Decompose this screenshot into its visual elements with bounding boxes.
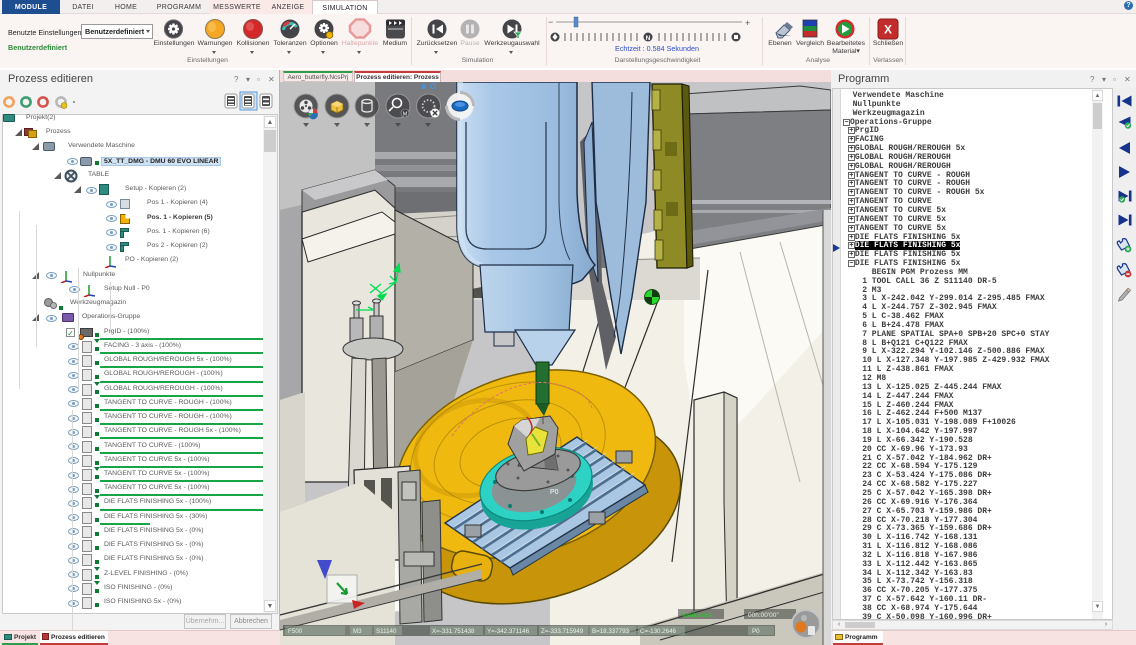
svg-text:+: + <box>745 18 750 28</box>
svg-text:Werkstück: Werkstück <box>682 612 713 619</box>
svg-text:Y=-342.371146: Y=-342.371146 <box>487 628 530 635</box>
svg-text:Z=-333.715949: Z=-333.715949 <box>541 628 584 635</box>
svg-text:M3: M3 <box>353 628 362 635</box>
svg-text:X=-331.751438: X=-331.751438 <box>432 628 475 635</box>
svg-text:P0: P0 <box>752 628 760 635</box>
svg-text:X: X <box>884 23 892 37</box>
svg-text:C=-130.2646: C=-130.2646 <box>640 628 677 635</box>
svg-text:−: − <box>548 17 553 27</box>
svg-text:S11140: S11140 <box>376 628 397 635</box>
svg-text:00h:00'00'': 00h:00'00'' <box>748 612 779 619</box>
svg-text:F500: F500 <box>288 628 303 635</box>
svg-text:B=18.337793: B=18.337793 <box>592 628 630 635</box>
svg-text:Echtzeit : 0.584 Sekunden: Echtzeit : 0.584 Sekunden <box>615 44 699 53</box>
svg-text:P0: P0 <box>550 489 559 496</box>
svg-text:N: N <box>646 35 651 42</box>
svg-text:M: M <box>403 112 408 118</box>
